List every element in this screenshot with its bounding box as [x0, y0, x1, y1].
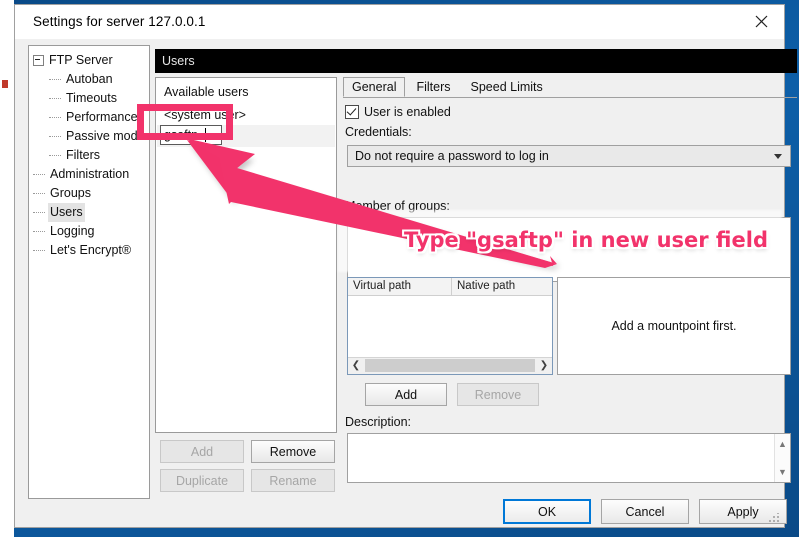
sidebar-item-timeouts[interactable]: Timeouts	[33, 89, 149, 108]
scroll-down-icon[interactable]: ▼	[775, 464, 790, 480]
mountpoint-list-header: Virtual path Native path	[348, 278, 552, 296]
sidebar-item-label: FTP Server	[49, 53, 113, 67]
sidebar-item-label: Users	[48, 203, 85, 222]
tree-branch-line	[49, 78, 61, 81]
tab-speed-limits[interactable]: Speed Limits	[462, 77, 552, 97]
sidebar-item-label: Performance	[66, 110, 138, 124]
resize-grip[interactable]	[769, 513, 779, 523]
description-label: Description:	[345, 415, 411, 429]
chevron-down-icon	[774, 154, 782, 159]
available-users-list[interactable]: <system user>	[157, 106, 335, 431]
text-caret	[205, 128, 206, 142]
tree-branch-line	[33, 230, 45, 233]
rename-user-button[interactable]: Rename	[251, 469, 335, 492]
available-users-panel: Available users <system user>	[155, 77, 337, 433]
desktop-left-strip	[0, 0, 14, 537]
settings-tree[interactable]: FTP Server Autoban Timeouts Performance Pass…	[29, 46, 149, 260]
settings-tree-panel[interactable]: FTP Server Autoban Timeouts Performance Pass…	[28, 45, 150, 499]
section-header: Users	[155, 49, 797, 73]
window-title: Settings for server 127.0.0.1	[33, 14, 206, 29]
sidebar-item-passive-mode[interactable]: Passive mode	[33, 127, 149, 146]
add-mountpoint-button[interactable]: Add	[365, 383, 447, 406]
scroll-up-icon[interactable]: ▲	[775, 436, 790, 452]
credentials-label: Credentials:	[345, 125, 412, 139]
tab-filters[interactable]: Filters	[407, 77, 459, 97]
remove-user-button[interactable]: Remove	[251, 440, 335, 463]
sidebar-item-users[interactable]: Users	[33, 203, 149, 222]
tree-branch-line	[49, 135, 61, 138]
sidebar-item-performance[interactable]: Performance	[33, 108, 149, 127]
list-item[interactable]: <system user>	[157, 106, 335, 125]
duplicate-user-button[interactable]: Duplicate	[160, 469, 244, 492]
new-user-row	[157, 125, 335, 147]
sidebar-item-administration[interactable]: Administration	[33, 165, 149, 184]
sidebar-item-groups[interactable]: Groups	[33, 184, 149, 203]
ok-button[interactable]: OK	[503, 499, 591, 524]
user-enabled-checkbox[interactable]	[345, 105, 359, 119]
user-enabled-row[interactable]: User is enabled	[345, 105, 451, 119]
tree-branch-line	[49, 116, 61, 119]
scrollbar-thumb[interactable]	[365, 359, 535, 372]
column-virtual-path[interactable]: Virtual path	[348, 278, 452, 295]
sidebar-item-label: Let's Encrypt®	[50, 243, 132, 257]
sidebar-item-label: Passive mode	[66, 129, 145, 143]
column-native-path[interactable]: Native path	[452, 278, 554, 295]
tab-general[interactable]: General	[343, 77, 406, 97]
tree-branch-line	[49, 154, 61, 157]
tree-branch-line	[49, 97, 61, 100]
member-of-groups-list[interactable]	[347, 217, 791, 282]
credentials-select[interactable]: Do not require a password to log in	[347, 145, 791, 167]
scroll-left-icon[interactable]: ❮	[348, 358, 364, 373]
settings-dialog: Settings for server 127.0.0.1 FTP Server…	[14, 4, 797, 528]
tree-branch-line	[33, 173, 45, 176]
scroll-right-icon[interactable]: ❯	[536, 358, 552, 373]
title-bar: Settings for server 127.0.0.1	[15, 5, 784, 39]
cancel-button[interactable]: Cancel	[601, 499, 689, 524]
sidebar-item-autoban[interactable]: Autoban	[33, 70, 149, 89]
detail-tabs[interactable]: General Filters Speed Limits	[343, 77, 797, 98]
sidebar-item-label: Administration	[50, 167, 130, 181]
sidebar-item-ftp-server[interactable]: FTP Server	[33, 51, 149, 70]
sidebar-item-logging[interactable]: Logging	[33, 222, 149, 241]
member-of-groups-label: Member of groups:	[345, 199, 450, 213]
sidebar-item-let-s-encrypt[interactable]: Let's Encrypt®	[33, 241, 149, 260]
user-detail-pane: General Filters Speed Limits User is enabl…	[343, 77, 797, 492]
sidebar-item-label: Logging	[50, 224, 95, 238]
mountpoint-list[interactable]: Virtual path Native path ❮ ❯	[347, 277, 553, 375]
credentials-select-value: Do not require a password to log in	[355, 149, 549, 163]
sidebar-item-label: Timeouts	[66, 91, 117, 105]
sidebar-item-label: Autoban	[66, 72, 113, 86]
tree-branch-line	[33, 249, 45, 252]
close-icon[interactable]	[738, 5, 784, 37]
mountpoint-empty-note: Add a mountpoint first.	[557, 277, 791, 375]
description-scrollbar[interactable]: ▲ ▼	[774, 434, 790, 482]
user-enabled-label: User is enabled	[364, 105, 451, 119]
available-users-label: Available users	[164, 85, 249, 99]
new-user-input[interactable]	[160, 125, 222, 145]
add-user-button[interactable]: Add	[160, 440, 244, 463]
remove-mountpoint-button[interactable]: Remove	[457, 383, 539, 406]
description-field[interactable]: ▲ ▼	[347, 433, 791, 483]
tree-collapse-icon[interactable]	[33, 55, 44, 66]
desktop-icon-mark	[2, 80, 8, 88]
sidebar-item-filters[interactable]: Filters	[33, 146, 149, 165]
horizontal-scrollbar[interactable]: ❮ ❯	[348, 357, 552, 374]
tree-branch-line	[33, 211, 45, 214]
sidebar-item-label: Groups	[50, 186, 91, 200]
tree-branch-line	[33, 192, 45, 195]
sidebar-item-label: Filters	[66, 148, 101, 162]
